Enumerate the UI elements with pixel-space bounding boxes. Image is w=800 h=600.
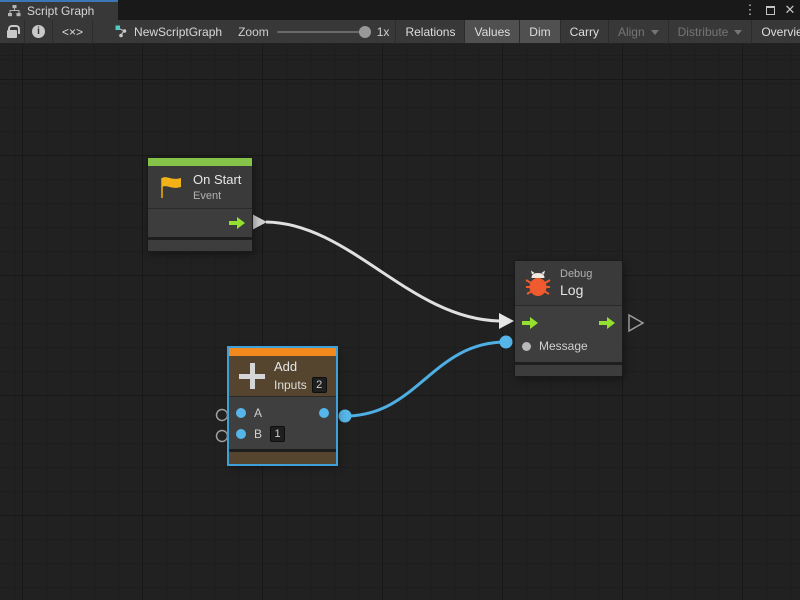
zoom-value: 1x	[377, 25, 390, 39]
operator-header-bar	[229, 348, 336, 356]
align-label: Align	[618, 25, 645, 39]
tab-label: Script Graph	[27, 4, 94, 18]
bug-icon	[525, 269, 551, 297]
port-a-label: A	[254, 406, 262, 420]
node-debug-log[interactable]: Debug Log Message	[515, 261, 622, 376]
value-wire-add-to-message[interactable]	[345, 342, 506, 416]
chevron-down-icon	[734, 30, 742, 35]
port-b-value-field[interactable]: 1	[270, 426, 285, 442]
connection-layer	[0, 44, 800, 600]
node-title: On Start	[193, 172, 241, 187]
dim-button[interactable]: Dim	[520, 20, 560, 43]
chevron-down-icon	[651, 30, 659, 35]
info-button[interactable]: i	[25, 20, 53, 43]
lock-button[interactable]	[0, 20, 25, 43]
lock-icon	[7, 30, 17, 38]
node-add[interactable]: Add Inputs 2 A B 1	[229, 348, 336, 464]
window-menu-button[interactable]: ⋮	[742, 1, 758, 19]
node-footer	[515, 365, 622, 376]
distribute-dropdown[interactable]: Distribute	[669, 20, 753, 43]
tab-script-graph[interactable]: Script Graph	[0, 0, 118, 20]
port-b-label: B	[254, 427, 262, 441]
message-port-label: Message	[539, 339, 588, 353]
toolbar-right-group: Relations Values Dim Carry Align Distrib…	[395, 20, 800, 43]
align-dropdown[interactable]: Align	[609, 20, 669, 43]
port-b-input-dot[interactable]	[236, 429, 246, 439]
node-ports-area: Message	[515, 305, 622, 362]
flow-wire-source-arrowhead	[252, 214, 267, 230]
graph-breadcrumb[interactable]: NewScriptGraph	[105, 20, 232, 43]
node-subtitle: Event	[193, 190, 241, 202]
value-wire-target-dot	[500, 336, 513, 349]
node-footer	[229, 452, 336, 464]
zoom-slider[interactable]	[277, 31, 369, 33]
values-button[interactable]: Values	[465, 20, 520, 43]
node-category: Debug	[560, 268, 592, 280]
event-header-bar	[148, 158, 252, 166]
graph-name-label: NewScriptGraph	[134, 25, 222, 39]
tab-bar: Script Graph ⋮ ✕	[0, 0, 800, 20]
plus-icon	[239, 363, 265, 389]
relations-button[interactable]: Relations	[395, 20, 465, 43]
flow-wire-onstart-to-log[interactable]	[266, 222, 499, 321]
node-title: Log	[560, 282, 592, 298]
port-a-input-dot[interactable]	[236, 408, 246, 418]
node-ports-area	[148, 208, 252, 237]
edit-source-button[interactable]: <×>	[53, 20, 93, 43]
graph-canvas[interactable]: On Start Event Add	[0, 44, 800, 600]
flow-output-arrow-icon[interactable]	[229, 217, 245, 229]
message-input-dot[interactable]	[522, 342, 531, 351]
node-title-area: Add Inputs 2	[229, 356, 336, 396]
node-on-start[interactable]: On Start Event	[148, 158, 252, 251]
node-title-area: Debug Log	[515, 261, 622, 305]
node-ports-area: A B 1	[229, 396, 336, 449]
graph-asset-icon	[115, 25, 128, 38]
zoom-control: Zoom 1x	[232, 20, 395, 43]
zoom-slider-handle[interactable]	[359, 26, 371, 38]
maximize-button[interactable]	[762, 1, 778, 19]
unconnected-flow-out-handle[interactable]	[629, 315, 643, 331]
value-wire-source-dot	[339, 410, 352, 423]
unconnected-port-a-handle[interactable]	[217, 410, 228, 421]
zoom-label: Zoom	[238, 25, 269, 39]
sum-output-dot[interactable]	[319, 408, 329, 418]
graph-hierarchy-icon	[8, 5, 21, 17]
flow-output-arrow-icon[interactable]	[599, 317, 615, 329]
unconnected-port-b-handle[interactable]	[217, 431, 228, 442]
graph-toolbar: i <×> NewScriptGraph Zoom 1x Relations V…	[0, 20, 800, 44]
flow-wire-target-arrowhead	[499, 313, 514, 329]
maximize-icon	[766, 6, 775, 15]
inputs-count-field[interactable]: 2	[312, 377, 327, 393]
overview-button[interactable]: Overview	[752, 20, 800, 43]
flag-icon	[158, 175, 184, 199]
flow-input-arrow-icon[interactable]	[522, 317, 538, 329]
node-title: Add	[274, 359, 327, 374]
script-graph-window: Script Graph ⋮ ✕ i <×> NewScriptGraph Zo…	[0, 0, 800, 600]
carry-button[interactable]: Carry	[561, 20, 609, 43]
distribute-label: Distribute	[678, 25, 729, 39]
node-footer	[148, 240, 252, 251]
node-subtitle: Inputs	[274, 378, 307, 392]
info-icon: i	[32, 25, 45, 38]
node-title-area: On Start Event	[148, 166, 252, 208]
close-button[interactable]: ✕	[782, 1, 798, 19]
window-controls: ⋮ ✕	[742, 0, 798, 20]
